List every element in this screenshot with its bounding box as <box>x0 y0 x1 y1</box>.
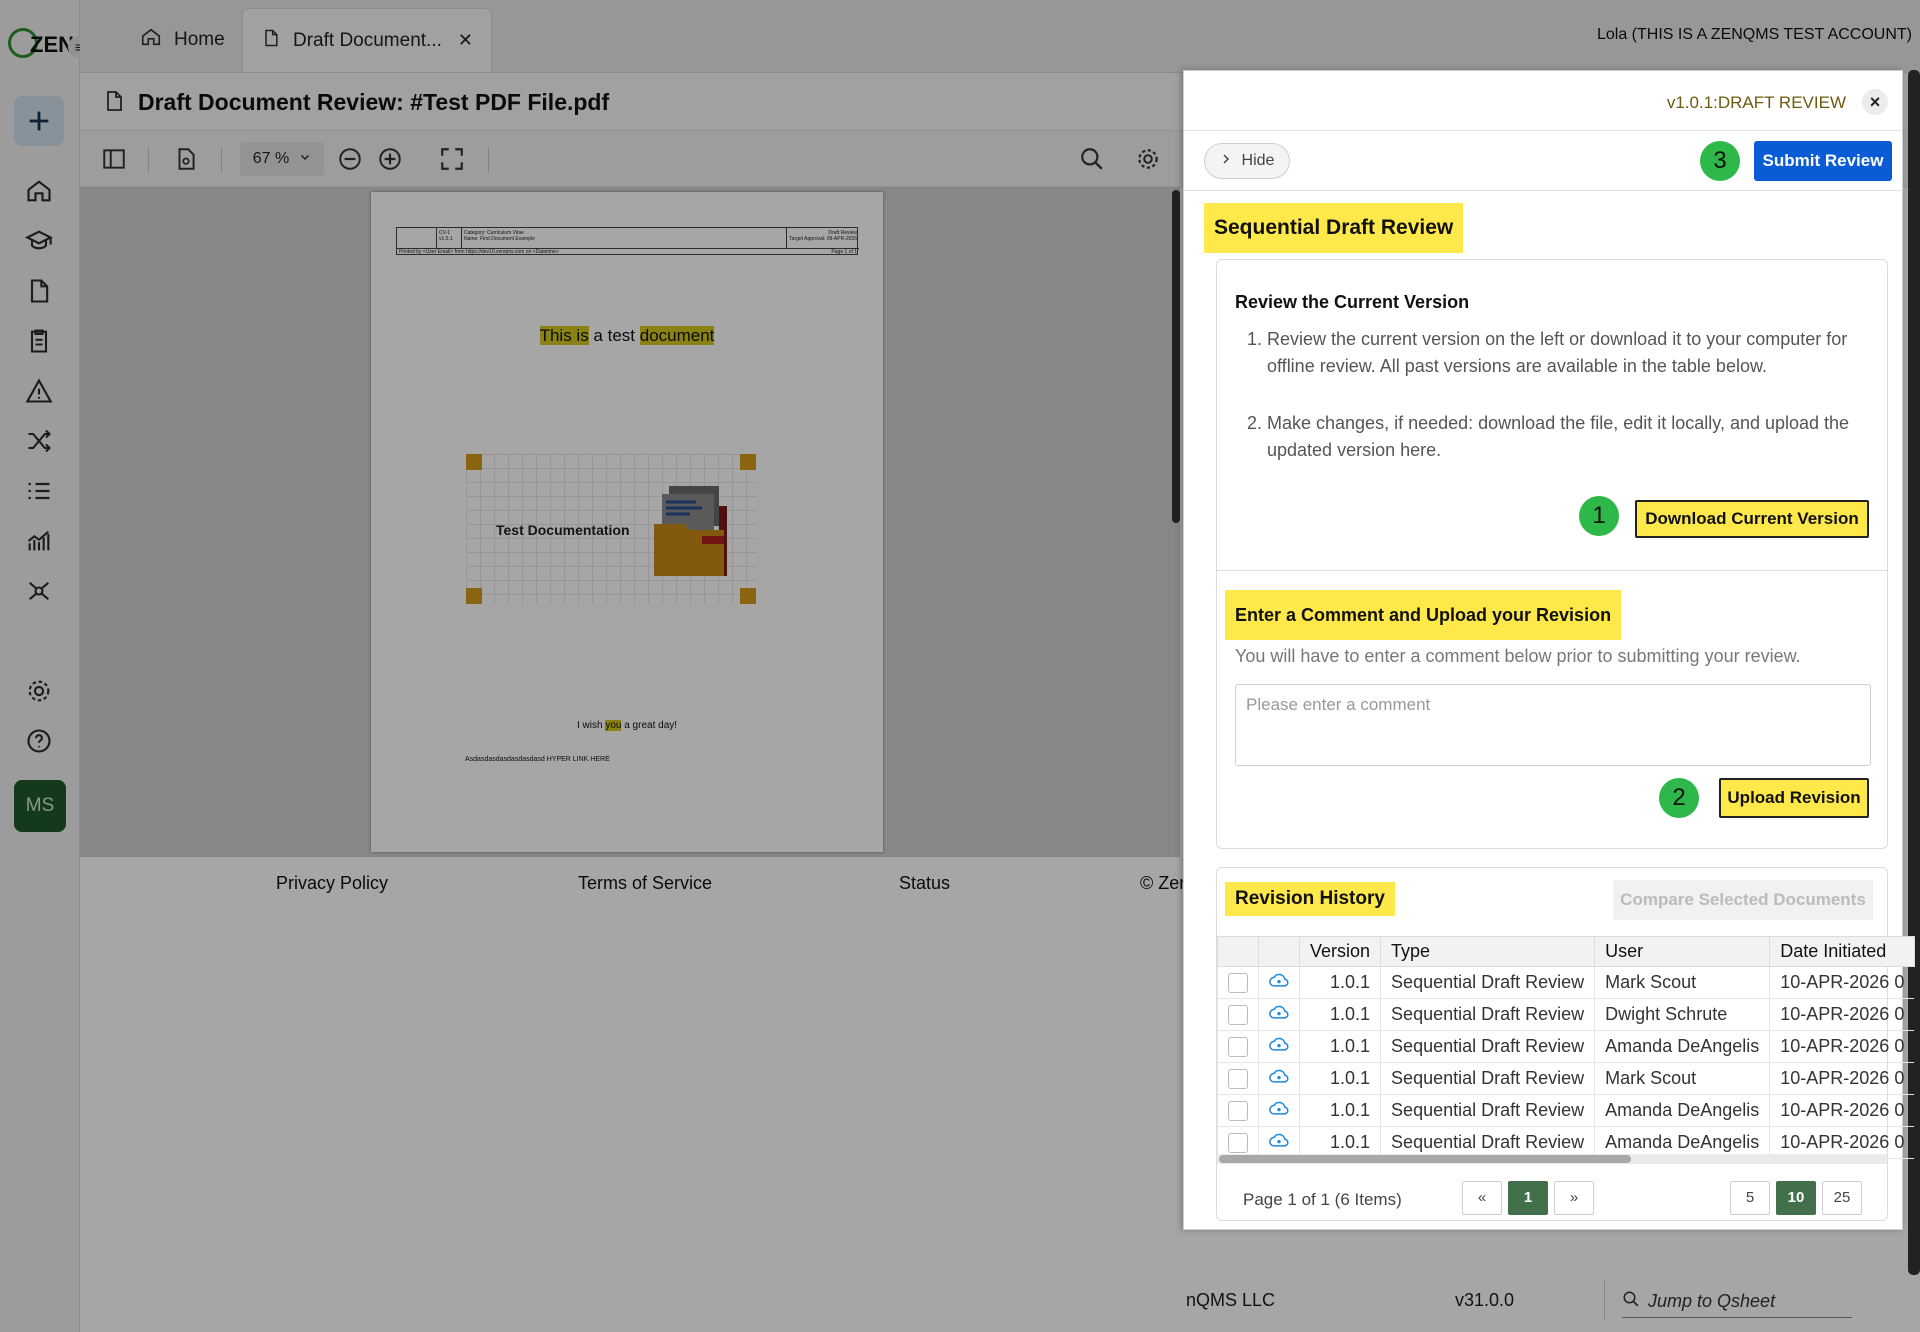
cloud-view-icon[interactable] <box>1269 1004 1289 1024</box>
select-column <box>1217 936 1259 967</box>
revision-history-card: Revision History Compare Selected Docume… <box>1216 867 1915 1221</box>
version-cell: 1.0.1 <box>1298 966 1381 999</box>
review-card: Review the Current Version Review the cu… <box>1216 259 1888 849</box>
review-steps: Review the current version on the left o… <box>1247 326 1877 494</box>
scrollbar-thumb[interactable] <box>1219 1155 1631 1163</box>
column-header[interactable]: Date Initiated <box>1769 936 1915 967</box>
row-checkbox[interactable] <box>1228 1069 1248 1090</box>
version-cell: 1.0.1 <box>1298 998 1381 1031</box>
review-title: Review the Current Version <box>1235 292 1470 312</box>
table-row[interactable]: 1.0.1 Sequential Draft Review Mark Scout 10… <box>1217 966 1915 999</box>
table-row[interactable]: 1.0.1 Sequential Draft Review Amanda DeAng… <box>1217 1094 1915 1127</box>
cloud-view-icon[interactable] <box>1269 1068 1289 1088</box>
user-cell: Mark Scout <box>1594 1062 1770 1095</box>
step-badge-1: 1 <box>1579 496 1619 536</box>
comment-hint: You will have to enter a comment below p… <box>1235 646 1801 666</box>
chevron-right-icon <box>1220 152 1232 171</box>
column-header[interactable]: Type <box>1380 936 1596 967</box>
row-checkbox[interactable] <box>1228 1133 1248 1154</box>
step-badge-3: 3 <box>1700 141 1740 181</box>
divider <box>1604 1280 1605 1320</box>
revision-table: Version Type User Date Initiated 1.0.1 Se… <box>1217 936 1915 1159</box>
card-divider <box>1217 570 1887 571</box>
row-view-cell <box>1258 966 1300 999</box>
table-row[interactable]: 1.0.1 Sequential Draft Review Amanda DeAng… <box>1217 1030 1915 1063</box>
pager-next-button[interactable]: » <box>1554 1181 1594 1215</box>
row-view-cell <box>1258 1062 1300 1095</box>
close-icon[interactable]: × <box>1862 89 1888 115</box>
submit-review-button[interactable]: Submit Review <box>1754 141 1892 181</box>
row-view-cell <box>1258 1030 1300 1063</box>
table-scrollbar[interactable] <box>1217 1154 1887 1164</box>
view-column <box>1258 936 1300 967</box>
row-select-cell <box>1217 1062 1259 1095</box>
date-cell: 10-APR-2026 0 <box>1769 1030 1915 1063</box>
comment-input[interactable]: Please enter a comment <box>1235 684 1871 766</box>
row-select-cell <box>1217 1030 1259 1063</box>
cloud-view-icon[interactable] <box>1269 1100 1289 1120</box>
row-select-cell <box>1217 998 1259 1031</box>
column-header[interactable]: Version <box>1298 936 1382 967</box>
user-cell: Amanda DeAngelis <box>1594 1094 1770 1127</box>
table-row[interactable]: 1.0.1 Sequential Draft Review Dwight Schru… <box>1217 998 1915 1031</box>
row-select-cell <box>1217 966 1259 999</box>
revision-table-body: 1.0.1 Sequential Draft Review Mark Scout 10… <box>1217 966 1915 1159</box>
jump-placeholder: Jump to Qsheet <box>1648 1291 1776 1311</box>
type-cell: Sequential Draft Review <box>1380 1030 1595 1063</box>
hide-label: Hide <box>1241 152 1275 169</box>
cloud-view-icon[interactable] <box>1269 1036 1289 1056</box>
review-step-1: Review the current version on the left o… <box>1267 326 1877 380</box>
row-checkbox[interactable] <box>1228 1037 1248 1058</box>
page-size-10[interactable]: 10 <box>1776 1181 1816 1215</box>
cloud-view-icon[interactable] <box>1269 1132 1289 1152</box>
version-cell: 1.0.1 <box>1298 1062 1381 1095</box>
cloud-view-icon[interactable] <box>1269 972 1289 992</box>
table-header-row: Version Type User Date Initiated <box>1217 936 1915 967</box>
pager-prev-button[interactable]: « <box>1462 1181 1502 1215</box>
type-cell: Sequential Draft Review <box>1380 966 1595 999</box>
upload-revision-button[interactable]: Upload Revision <box>1719 778 1869 818</box>
version-cell: 1.0.1 <box>1298 1094 1381 1127</box>
user-cell: Dwight Schrute <box>1594 998 1770 1031</box>
date-cell: 10-APR-2026 0 <box>1769 1062 1915 1095</box>
type-cell: Sequential Draft Review <box>1380 998 1595 1031</box>
row-view-cell <box>1258 998 1300 1031</box>
comment-heading: Enter a Comment and Upload your Revision <box>1225 590 1622 640</box>
pager-page-button[interactable]: 1 <box>1508 1181 1548 1215</box>
review-step-2: Make changes, if needed: download the fi… <box>1267 410 1877 464</box>
hide-button[interactable]: Hide <box>1204 143 1290 179</box>
panel-heading: Sequential Draft Review <box>1204 203 1464 253</box>
search-icon <box>1622 1290 1640 1313</box>
page-size-5[interactable]: 5 <box>1730 1181 1770 1215</box>
row-view-cell <box>1258 1094 1300 1127</box>
company-name: nQMS LLC <box>1186 1290 1276 1310</box>
table-row[interactable]: 1.0.1 Sequential Draft Review Mark Scout 10… <box>1217 1062 1915 1095</box>
page-size-25[interactable]: 25 <box>1822 1181 1862 1215</box>
version-cell: 1.0.1 <box>1298 1030 1381 1063</box>
download-current-version-button[interactable]: Download Current Version <box>1635 500 1869 538</box>
date-cell: 10-APR-2026 0 <box>1769 998 1915 1031</box>
user-cell: Mark Scout <box>1594 966 1770 999</box>
row-checkbox[interactable] <box>1228 1101 1248 1122</box>
date-cell: 10-APR-2026 0 <box>1769 966 1915 999</box>
date-cell: 10-APR-2026 0 <box>1769 1094 1915 1127</box>
type-cell: Sequential Draft Review <box>1380 1094 1595 1127</box>
version-label: v1.0.1:DRAFT REVIEW <box>1666 93 1846 112</box>
step-badge-2: 2 <box>1659 778 1699 818</box>
panel-header: v1.0.1:DRAFT REVIEW × <box>1184 71 1902 131</box>
column-header[interactable]: User <box>1594 936 1771 967</box>
type-cell: Sequential Draft Review <box>1380 1062 1595 1095</box>
app-version: v31.0.0 <box>1455 1290 1515 1310</box>
panel-actions: Hide 3 Submit Review <box>1184 131 1902 191</box>
revision-history-heading: Revision History <box>1225 882 1395 916</box>
row-select-cell <box>1217 1094 1259 1127</box>
jump-to-qsheet-input[interactable]: Jump to Qsheet <box>1622 1290 1852 1318</box>
compare-selected-button[interactable]: Compare Selected Documents <box>1613 880 1873 920</box>
row-checkbox[interactable] <box>1228 1005 1248 1026</box>
user-cell: Amanda DeAngelis <box>1594 1030 1770 1063</box>
pager-summary: Page 1 of 1 (6 Items) <box>1243 1190 1402 1209</box>
review-panel: v1.0.1:DRAFT REVIEW × Hide 3 Submit Revi… <box>1183 70 1915 1230</box>
row-checkbox[interactable] <box>1228 973 1248 994</box>
